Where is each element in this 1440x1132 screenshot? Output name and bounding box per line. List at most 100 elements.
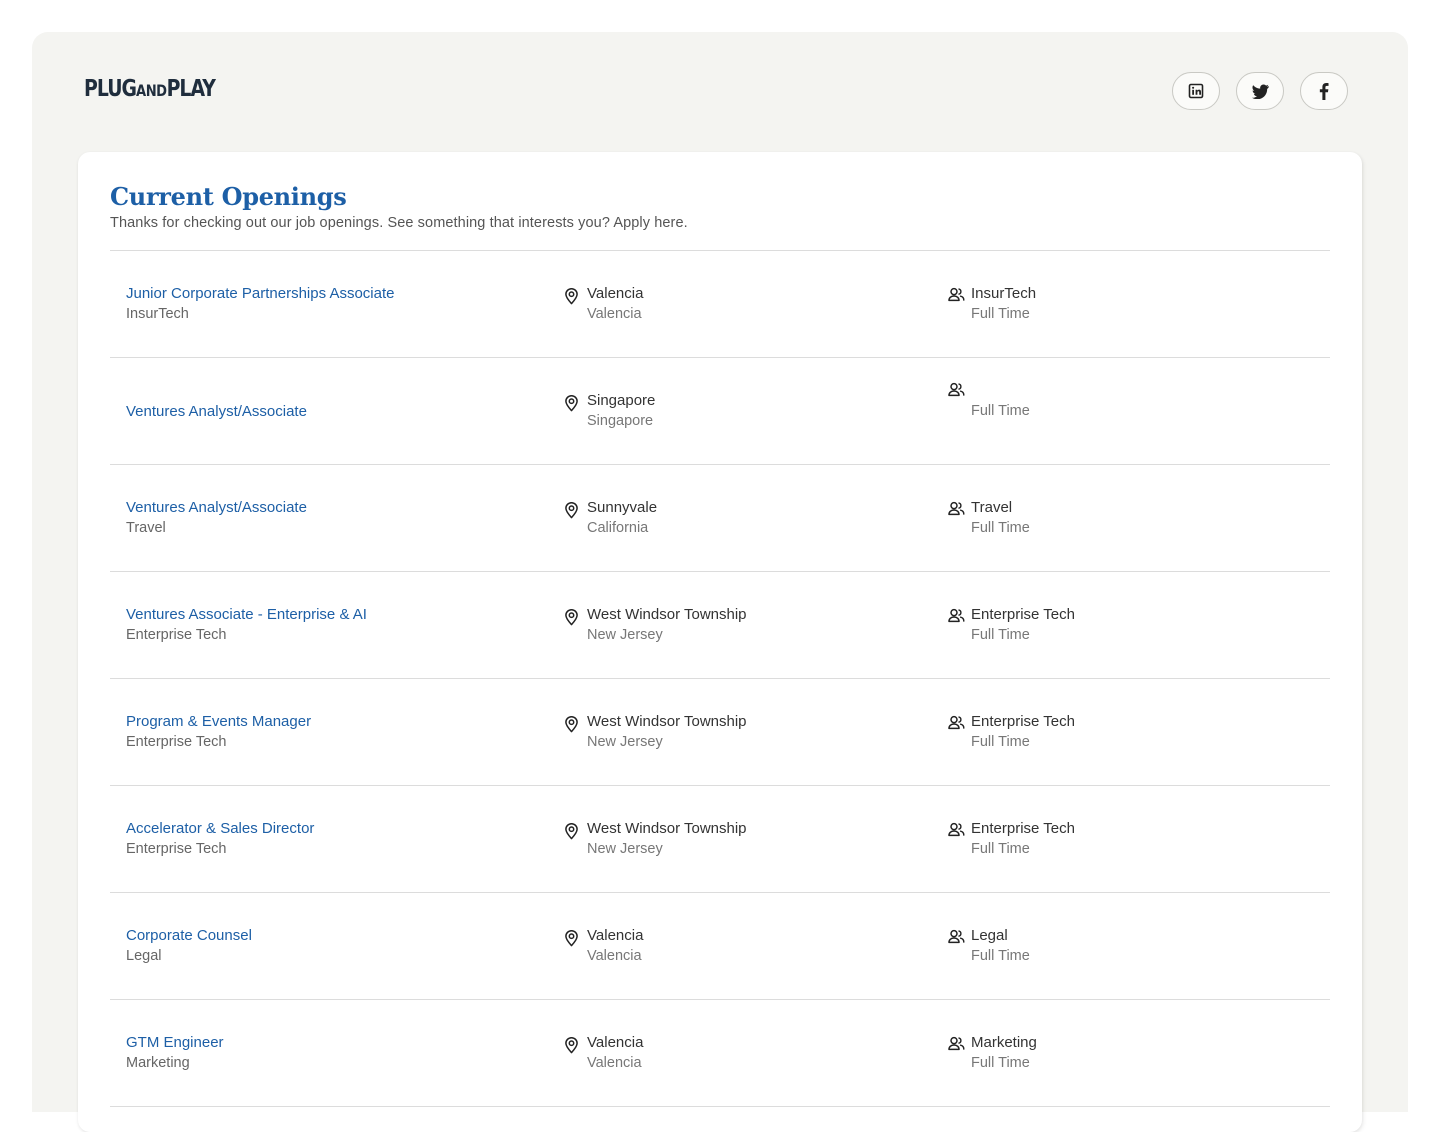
job-row[interactable]: Ventures Analyst/Associate Singapore Sin… (110, 358, 1330, 465)
users-icon (948, 1036, 965, 1051)
job-team-name: Enterprise Tech (971, 820, 1075, 837)
job-type: Full Time (971, 627, 1030, 643)
map-pin-icon (565, 823, 578, 840)
users-icon (948, 287, 965, 302)
job-row[interactable]: Ventures Analyst/Associate Travel Sunnyv… (110, 465, 1330, 572)
job-team-name: Enterprise Tech (971, 606, 1075, 623)
location-icon-wrap (564, 925, 580, 967)
location-text: West Windsor Township New Jersey (587, 818, 747, 860)
job-team: Travel Full Time (948, 465, 1308, 571)
linkedin-button[interactable] (1172, 72, 1220, 110)
map-pin-icon (565, 609, 578, 626)
facebook-icon (1319, 82, 1329, 100)
job-info: Ventures Analyst/Associate (126, 358, 546, 464)
job-info: Junior Corporate Partnerships Associate … (126, 251, 546, 357)
job-list: Junior Corporate Partnerships Associate … (110, 250, 1330, 1107)
job-title-link[interactable]: Accelerator & Sales Director (126, 818, 546, 839)
job-location: Sunnyvale California (564, 465, 924, 571)
plug-and-play-logo[interactable]: PLUGANDPLAY (84, 76, 216, 102)
job-region: Singapore (587, 413, 654, 429)
job-team-name: Enterprise Tech (971, 713, 1075, 730)
job-title-link[interactable]: Ventures Associate - Enterprise & AI (126, 604, 546, 625)
team-text: Legal Full Time (971, 925, 1030, 967)
job-city: West Windsor Township (587, 713, 747, 730)
job-department: Legal (126, 948, 162, 964)
location-text: Sunnyvale California (587, 497, 657, 539)
job-team: Legal Full Time (948, 893, 1308, 999)
team-text: Enterprise Tech Full Time (971, 818, 1075, 860)
job-title-link[interactable]: Program & Events Manager (126, 711, 546, 732)
job-team: InsurTech Full Time (948, 251, 1308, 357)
job-row[interactable]: Corporate Counsel Legal Valencia Valenci… (110, 893, 1330, 1000)
job-type: Full Time (971, 948, 1030, 964)
team-icon-wrap (948, 925, 965, 967)
team-icon-wrap (948, 818, 965, 860)
logo-text-play: PLAY (166, 76, 216, 102)
job-info: Ventures Associate - Enterprise & AI Ent… (126, 572, 546, 678)
page-shell: PLUGANDPLAY Current Openings Thanks for … (32, 32, 1408, 1132)
location-text: Valencia Valencia (587, 283, 643, 325)
job-row[interactable]: Program & Events Manager Enterprise Tech… (110, 679, 1330, 786)
job-location: West Windsor Township New Jersey (564, 786, 924, 892)
job-type: Full Time (971, 1055, 1030, 1071)
team-icon-wrap (948, 711, 965, 753)
page-title: Current Openings (110, 182, 347, 211)
job-department: Enterprise Tech (126, 841, 227, 857)
job-region: California (587, 520, 649, 536)
users-icon (948, 382, 965, 397)
job-location: Valencia Valencia (564, 251, 924, 357)
map-pin-icon (565, 930, 578, 947)
job-type: Full Time (971, 520, 1030, 536)
team-text: Marketing Full Time (971, 1032, 1037, 1074)
team-icon-wrap (948, 283, 965, 325)
job-location: West Windsor Township New Jersey (564, 572, 924, 678)
job-department: Enterprise Tech (126, 627, 227, 643)
job-region: Valencia (587, 306, 642, 322)
job-city: Singapore (587, 392, 656, 409)
job-title-link[interactable]: Ventures Analyst/Associate (126, 401, 546, 422)
map-pin-icon (565, 502, 578, 519)
job-type: Full Time (971, 734, 1030, 750)
job-city: West Windsor Township (587, 606, 747, 623)
job-row[interactable]: Junior Corporate Partnerships Associate … (110, 251, 1330, 358)
team-icon-wrap (948, 382, 965, 432)
job-location: Valencia Valencia (564, 893, 924, 999)
job-info: Program & Events Manager Enterprise Tech (126, 679, 546, 785)
job-city: West Windsor Township (587, 820, 747, 837)
job-location: Singapore Singapore (564, 358, 924, 464)
job-department: InsurTech (126, 306, 189, 322)
job-location: West Windsor Township New Jersey (564, 679, 924, 785)
map-pin-icon (565, 395, 578, 412)
job-team: Enterprise Tech Full Time (948, 679, 1308, 785)
job-department: Travel (126, 520, 166, 536)
job-title-link[interactable]: GTM Engineer (126, 1032, 546, 1053)
job-region: New Jersey (587, 841, 663, 857)
job-row[interactable]: GTM Engineer Marketing Valencia Valencia (110, 1000, 1330, 1107)
linkedin-icon (1188, 83, 1204, 99)
job-region: New Jersey (587, 627, 663, 643)
location-icon-wrap (564, 1032, 580, 1074)
location-icon-wrap (564, 497, 580, 539)
job-title-link[interactable]: Corporate Counsel (126, 925, 546, 946)
twitter-button[interactable] (1236, 72, 1284, 110)
job-title-link[interactable]: Ventures Analyst/Associate (126, 497, 546, 518)
job-region: New Jersey (587, 734, 663, 750)
job-info: Corporate Counsel Legal (126, 893, 546, 999)
facebook-button[interactable] (1300, 72, 1348, 110)
job-location: Valencia Valencia (564, 1000, 924, 1106)
job-row[interactable]: Ventures Associate - Enterprise & AI Ent… (110, 572, 1330, 679)
map-pin-icon (565, 1037, 578, 1054)
team-text: Enterprise Tech Full Time (971, 711, 1075, 753)
location-text: Singapore Singapore (587, 390, 655, 432)
location-icon-wrap (564, 283, 580, 325)
job-team-name: InsurTech (971, 285, 1037, 302)
job-region: Valencia (587, 1055, 642, 1071)
job-department: Marketing (126, 1055, 190, 1071)
job-type: Full Time (971, 306, 1030, 322)
job-info: Accelerator & Sales Director Enterprise … (126, 786, 546, 892)
team-text: Full Time (971, 401, 1030, 422)
job-title-link[interactable]: Junior Corporate Partnerships Associate (126, 283, 546, 304)
map-pin-icon (565, 716, 578, 733)
job-row[interactable]: Accelerator & Sales Director Enterprise … (110, 786, 1330, 893)
job-city: Sunnyvale (587, 499, 658, 516)
